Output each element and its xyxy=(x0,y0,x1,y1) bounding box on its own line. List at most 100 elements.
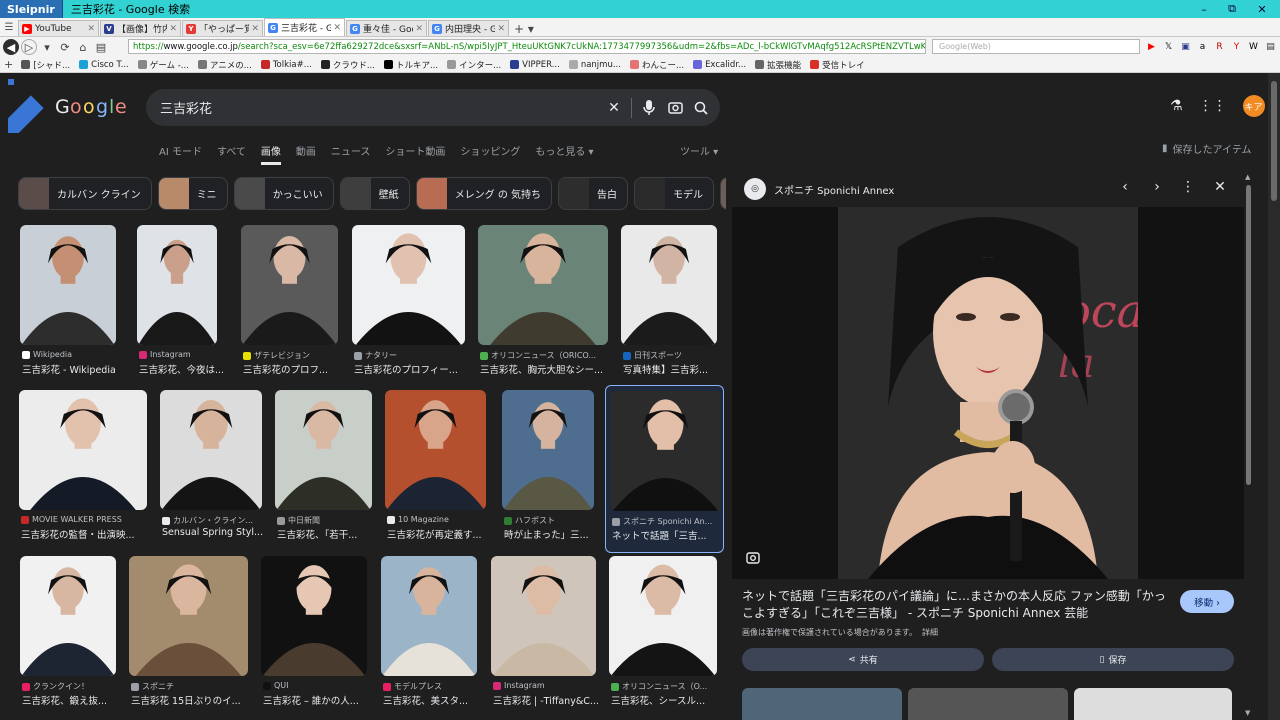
result-title[interactable]: 三吉彩花 - Wikipedia xyxy=(22,362,124,376)
related-image[interactable] xyxy=(908,688,1068,720)
search-tab[interactable]: すべて xyxy=(217,143,246,165)
share-button[interactable]: ⋖ 共有 xyxy=(742,648,984,671)
history-dropdown-icon[interactable]: ▾ xyxy=(39,39,55,55)
preview-source-name[interactable]: スポニチ Sponichi Annex xyxy=(774,182,894,197)
preview-title[interactable]: ネットで話題「三吉彩花のパイ議論」に…まさかの本人反応 ファン感動「かっこよすぎ… xyxy=(742,588,1172,622)
result-title[interactable]: 三吉彩花のプロフィー... xyxy=(354,362,473,376)
image-result[interactable]: オリコンニュース（O... 三吉彩花、シースル... xyxy=(609,556,717,716)
more-options-icon[interactable]: ⋮ xyxy=(1178,179,1198,195)
close-preview-icon[interactable]: ✕ xyxy=(1210,179,1230,195)
minimize-button[interactable]: – xyxy=(1190,0,1218,18)
image-result[interactable]: ナタリー 三吉彩花のプロフィー... xyxy=(352,225,465,385)
result-title[interactable]: 三吉彩花 15日ぶりのイ... xyxy=(131,693,256,707)
result-title[interactable]: 三吉彩花、胸元大胆なシー... xyxy=(480,362,616,376)
image-result[interactable]: オリコンニュース（ORICO... 三吉彩花、胸元大胆なシー... xyxy=(478,225,608,385)
amazon-ext-icon[interactable]: a xyxy=(1195,40,1210,54)
browser-tab[interactable]: V【画像】竹内涼真...✕ xyxy=(100,20,181,36)
labs-flask-icon[interactable]: ⚗ xyxy=(1170,98,1183,114)
image-result[interactable]: カルバン・クライン... Sensual Spring Styl... xyxy=(160,390,263,550)
bookmark-item[interactable]: クラウド... xyxy=(320,59,375,71)
refinement-chip[interactable]: 壁紙 xyxy=(339,177,410,210)
image-result[interactable]: QUI 三吉彩花 – 誰かの人... xyxy=(261,556,367,716)
image-result[interactable]: Instagram 三吉彩花、今夜は... xyxy=(137,225,224,385)
refinement-chip[interactable]: モデル xyxy=(634,177,715,210)
image-result[interactable]: ハフポスト 時が止まった」三... xyxy=(502,390,594,550)
tab-close-icon[interactable]: ✕ xyxy=(169,24,177,34)
result-title[interactable]: 三吉彩花、鍛え抜... xyxy=(22,693,124,707)
bookmark-item[interactable]: VIPPER... xyxy=(510,59,560,71)
preview-image[interactable]: Coca la xyxy=(838,207,1138,579)
forward-button[interactable]: ▷ xyxy=(21,39,37,55)
result-thumbnail[interactable] xyxy=(491,556,596,676)
bookmark-item[interactable]: わんこー... xyxy=(629,59,684,71)
result-thumbnail[interactable] xyxy=(275,390,372,510)
result-source[interactable]: Instagram xyxy=(139,350,223,359)
bookmark-item[interactable]: 受信トレイ xyxy=(810,59,865,71)
search-icon[interactable] xyxy=(688,95,714,121)
result-title[interactable]: 三吉彩花 – 誰かの人... xyxy=(263,693,375,707)
account-avatar[interactable]: キア xyxy=(1242,95,1265,117)
browser-tab[interactable]: G内田理央 - Goo...✕ xyxy=(428,20,509,36)
result-source[interactable]: QUI xyxy=(263,681,373,690)
image-result[interactable]: スポニチ 三吉彩花 15日ぶりのイ... xyxy=(129,556,248,716)
bookmark-item[interactable]: 拡張機能 xyxy=(755,59,801,71)
result-thumbnail[interactable] xyxy=(610,391,721,511)
apps-grid-icon[interactable]: ⋮⋮ xyxy=(1199,98,1227,114)
result-title[interactable]: 三吉彩花のプロフ... xyxy=(243,362,346,376)
search-tab[interactable]: ニュース xyxy=(331,143,371,165)
result-title[interactable]: 写真特集】三吉彩... xyxy=(623,362,725,376)
image-result[interactable]: 日刊スポーツ 写真特集】三吉彩... xyxy=(621,225,717,385)
image-result[interactable]: クランクイン！ 三吉彩花、鍛え抜... xyxy=(20,556,116,716)
previous-image-icon[interactable]: ‹ xyxy=(1115,179,1135,195)
bookmark-item[interactable]: Excalidr... xyxy=(693,59,746,71)
home-icon[interactable]: ⌂ xyxy=(75,39,91,55)
result-title[interactable]: Sensual Spring Styl... xyxy=(162,527,270,538)
result-title[interactable]: 三吉彩花、シースル... xyxy=(611,693,725,707)
yahoo-ext-icon[interactable]: Y xyxy=(1229,40,1244,54)
result-thumbnail[interactable] xyxy=(385,390,486,510)
result-source[interactable]: モデルプレス xyxy=(383,681,483,692)
lens-icon[interactable] xyxy=(746,551,764,569)
result-source[interactable]: MOVIE WALKER PRESS xyxy=(21,515,153,524)
image-result[interactable]: モデルプレス 三吉彩花、美スタ... xyxy=(381,556,477,716)
bookmark-item[interactable]: トルキア... xyxy=(383,59,438,71)
result-source[interactable]: スポニチ Sponichi An... xyxy=(612,516,727,527)
search-tab[interactable]: もっと見る ▾ xyxy=(535,143,593,165)
result-title[interactable]: 三吉彩花、「若干... xyxy=(277,527,380,541)
save-button[interactable]: ▯ 保存 xyxy=(992,648,1234,671)
result-thumbnail[interactable] xyxy=(19,390,147,510)
x-ext-icon[interactable]: 𝕏 xyxy=(1161,40,1176,54)
bookmark-item[interactable]: Cisco T... xyxy=(79,59,129,71)
result-source[interactable]: カルバン・クライン... xyxy=(162,515,268,526)
refinement-chip[interactable] xyxy=(720,177,726,210)
refinement-chip[interactable]: カルバン クライン xyxy=(18,177,152,210)
search-tab[interactable]: ショッピング xyxy=(460,143,520,165)
image-result[interactable]: Instagram 三吉彩花 | -Tiffany&C... xyxy=(491,556,599,716)
restore-button[interactable]: ⧉ xyxy=(1218,0,1246,18)
result-title[interactable]: 三吉彩花が再定義す... xyxy=(387,527,494,541)
bookmark-item[interactable]: [シャド... xyxy=(21,59,70,71)
result-thumbnail[interactable] xyxy=(20,225,116,345)
result-source[interactable]: スポニチ xyxy=(131,681,254,692)
result-thumbnail[interactable] xyxy=(137,225,217,345)
add-bookmark-icon[interactable]: + xyxy=(4,58,13,71)
tab-close-icon[interactable]: ✕ xyxy=(415,24,423,34)
refinement-chip[interactable]: 告白 xyxy=(558,177,629,210)
back-button[interactable]: ◀ xyxy=(3,39,19,55)
image-result[interactable]: スポニチ Sponichi An... ネットで話題「三吉... xyxy=(605,385,724,553)
result-source[interactable]: クランクイン！ xyxy=(22,681,122,692)
image-result[interactable]: Wikipedia 三吉彩花 - Wikipedia xyxy=(20,225,116,385)
address-input[interactable]: https://www.google.co.jp/search?sca_esv=… xyxy=(128,39,926,54)
result-source[interactable]: Instagram xyxy=(493,681,602,690)
details-link[interactable]: 詳細 xyxy=(922,628,938,637)
bookmark-item[interactable]: Tolkia#... xyxy=(260,59,312,71)
web-search-input[interactable]: Google(Web) xyxy=(932,39,1140,54)
search-tab[interactable]: 動画 xyxy=(296,143,316,165)
close-window-button[interactable]: ✕ xyxy=(1248,0,1276,18)
saved-items-link[interactable]: ▮ 保存したアイテム xyxy=(1162,141,1252,156)
browser-tab[interactable]: ▶ YouTube ✕ xyxy=(18,20,99,36)
image-result[interactable]: 10 Magazine 三吉彩花が再定義す... xyxy=(385,390,486,550)
app-menu-button[interactable]: Sleipnir xyxy=(0,0,63,18)
result-title[interactable]: 三吉彩花の監督・出演映... xyxy=(21,527,155,541)
browser-tab[interactable]: G重々佳 - Googl...✕ xyxy=(346,20,427,36)
